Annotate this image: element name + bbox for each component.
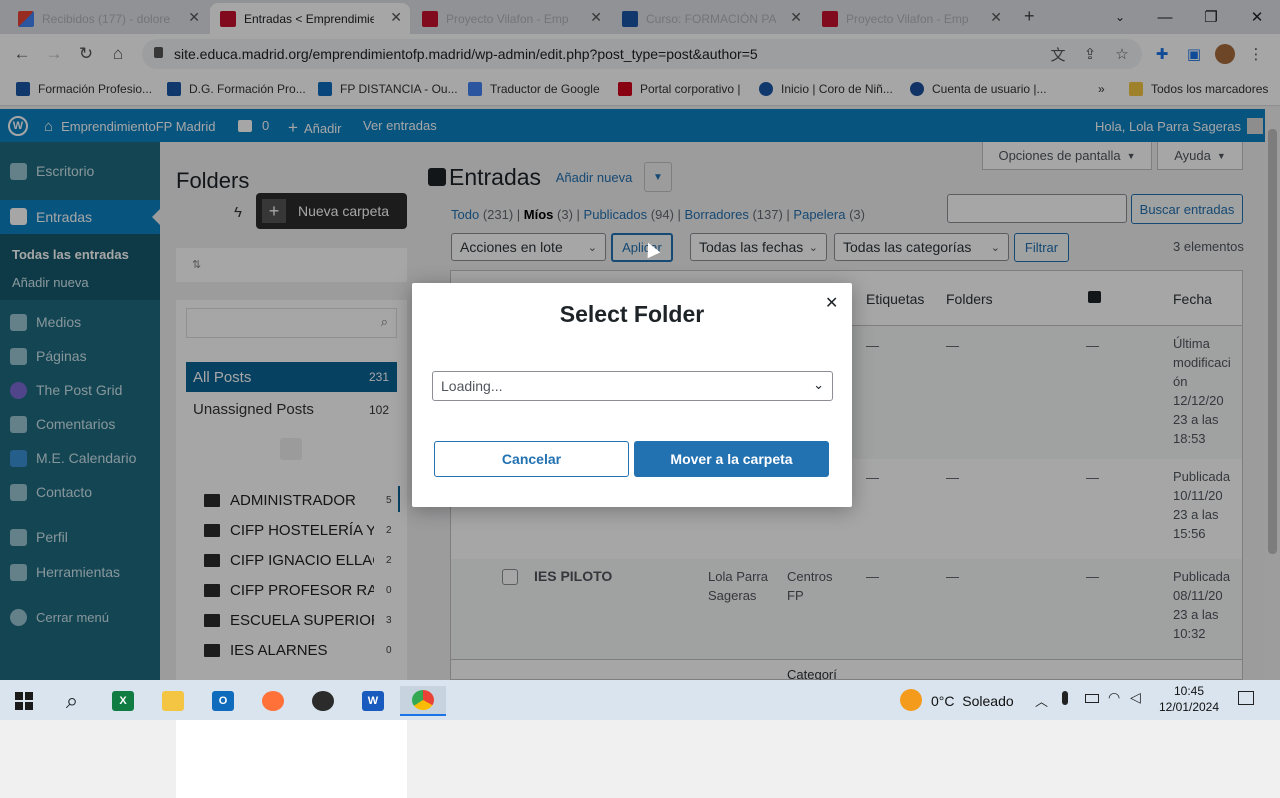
- windows-taskbar: ⌕ X O W 0°C Soleado ︿ ◠ ◁ 10:45 12/01/20…: [0, 680, 1280, 720]
- outlook-icon[interactable]: O: [203, 686, 243, 716]
- excel-icon[interactable]: X: [103, 686, 143, 716]
- move-to-folder-button[interactable]: Mover a la carpeta: [634, 441, 829, 477]
- microphone-icon[interactable]: [1062, 691, 1068, 705]
- firefox-icon[interactable]: [253, 686, 293, 716]
- dialog-title: Select Folder: [559, 301, 705, 327]
- chevron-down-icon: ⌄: [813, 377, 824, 392]
- wifi-icon[interactable]: ◠: [1108, 689, 1120, 706]
- file-explorer-icon[interactable]: [153, 686, 193, 716]
- start-button[interactable]: [4, 686, 44, 716]
- select-folder-dialog: Select Folder ✕ Loading... ⌄ Cancelar Mo…: [412, 283, 852, 507]
- close-icon[interactable]: ✕: [825, 293, 838, 313]
- folder-select[interactable]: Loading... ⌄: [432, 371, 833, 401]
- weather-text[interactable]: 0°C Soleado: [931, 693, 1014, 709]
- volume-icon[interactable]: ◁: [1130, 689, 1141, 706]
- word-icon[interactable]: W: [353, 686, 393, 716]
- cancel-button[interactable]: Cancelar: [434, 441, 629, 477]
- battery-icon[interactable]: [1085, 694, 1099, 703]
- windows-logo-icon: [15, 692, 33, 710]
- search-icon[interactable]: ⌕: [52, 686, 92, 716]
- chrome-icon[interactable]: [400, 686, 446, 716]
- notifications-icon[interactable]: [1238, 691, 1254, 705]
- app-icon[interactable]: [303, 686, 343, 716]
- tray-chevron-up-icon[interactable]: ︿: [1035, 691, 1048, 710]
- clock[interactable]: 10:45 12/01/2024: [1158, 684, 1220, 714]
- weather-sun-icon[interactable]: [900, 689, 922, 711]
